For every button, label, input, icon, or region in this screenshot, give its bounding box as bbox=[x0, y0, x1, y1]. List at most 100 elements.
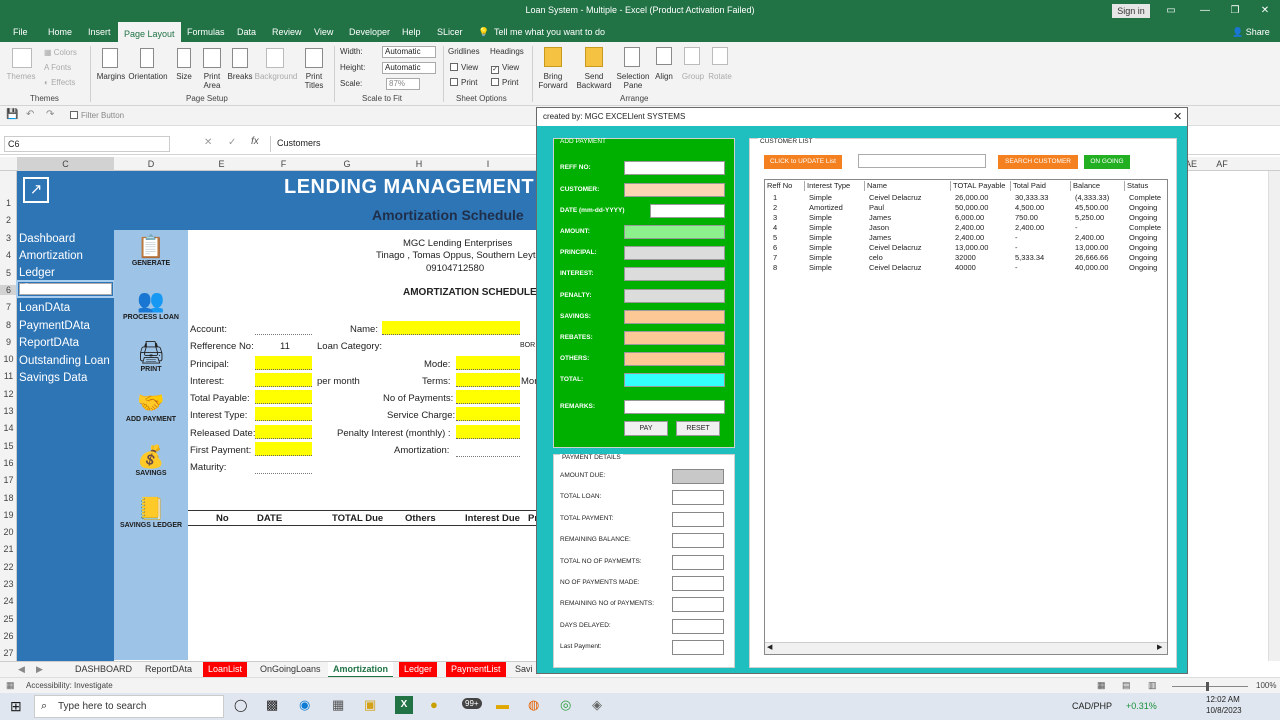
page-break-icon[interactable]: ▥ bbox=[1148, 680, 1157, 691]
principal-value[interactable] bbox=[255, 356, 312, 370]
clock-time[interactable]: 12:02 AM bbox=[1206, 695, 1240, 704]
column-header[interactable]: E bbox=[188, 157, 255, 171]
add-payment-field-input[interactable] bbox=[624, 267, 725, 281]
margins-button[interactable]: Margins bbox=[94, 72, 128, 81]
list-column-header[interactable]: Name bbox=[865, 181, 951, 191]
payment-detail-value[interactable] bbox=[672, 511, 724, 527]
row-header[interactable]: 18 bbox=[0, 493, 17, 503]
row-header[interactable]: 5 bbox=[0, 268, 17, 278]
height-select[interactable]: Automatic bbox=[382, 62, 436, 74]
sheet-tab[interactable]: LoanList bbox=[203, 662, 248, 678]
page-layout-icon[interactable]: ▤ bbox=[1122, 680, 1131, 691]
sidebar-item-dashboard[interactable]: Dashboard bbox=[19, 233, 75, 245]
row-header[interactable]: 17 bbox=[0, 475, 17, 485]
save-icon[interactable]: 💾 bbox=[6, 109, 18, 120]
sidebar-item-loandata[interactable]: LoanDAta bbox=[19, 302, 70, 314]
width-select[interactable]: Automatic bbox=[382, 46, 436, 58]
close-icon[interactable]: ✕ bbox=[1256, 3, 1274, 19]
add-payment-field-input[interactable] bbox=[650, 204, 725, 218]
row-header[interactable]: 25 bbox=[0, 614, 17, 624]
group-button[interactable]: Group bbox=[680, 72, 706, 81]
notification-badge[interactable]: 99+ bbox=[462, 698, 482, 709]
gridlines-view-checkbox[interactable]: View bbox=[450, 63, 478, 72]
terms-value[interactable] bbox=[456, 373, 520, 387]
add-payment-field-input[interactable] bbox=[624, 331, 725, 345]
sheet-tab[interactable]: OnGoingLoans bbox=[255, 662, 326, 678]
add-payment-field-input[interactable] bbox=[624, 289, 725, 303]
colors-button[interactable]: ▦ Colors bbox=[44, 48, 77, 57]
row-header[interactable]: 12 bbox=[0, 389, 17, 399]
process-loan-button[interactable]: 👥 PROCESS LOAN bbox=[114, 288, 188, 321]
menu-page-layout[interactable]: Page Layout bbox=[118, 22, 181, 42]
search-customer-button[interactable]: SEARCH CUSTOMER bbox=[998, 155, 1078, 169]
add-payment-field-input[interactable] bbox=[624, 400, 725, 414]
selection-pane-button[interactable]: Selection Pane bbox=[614, 72, 652, 90]
ongoing-button[interactable]: ON GOING bbox=[1084, 155, 1130, 169]
breaks-button[interactable]: Breaks bbox=[226, 72, 254, 81]
effects-button[interactable]: ◐ Effects bbox=[44, 78, 75, 87]
formula-input[interactable]: Customers bbox=[270, 136, 532, 152]
sidebar-item-customers[interactable]: Customers bbox=[16, 280, 115, 298]
payment-detail-value[interactable] bbox=[672, 618, 724, 634]
row-header[interactable]: 6 bbox=[0, 284, 17, 295]
amortization-value[interactable] bbox=[456, 456, 520, 457]
list-column-header[interactable]: Reff No bbox=[765, 181, 805, 191]
sidebar-item-reportdata[interactable]: ReportDAta bbox=[19, 337, 79, 349]
normal-view-icon[interactable]: ▦ bbox=[1097, 680, 1106, 691]
app-icon[interactable]: ▩ bbox=[266, 697, 278, 713]
minimize-icon[interactable]: — bbox=[1196, 3, 1214, 19]
row-header[interactable]: 21 bbox=[0, 544, 17, 554]
list-row[interactable]: 7 Simple celo 32000 5,333.34 26,666.66 Ongoing bbox=[765, 253, 1167, 263]
rotate-button[interactable]: Rotate bbox=[706, 72, 734, 81]
menu-formulas[interactable]: Formulas bbox=[187, 22, 225, 42]
payment-detail-value[interactable] bbox=[672, 469, 724, 484]
row-header[interactable]: 1 bbox=[0, 198, 17, 208]
list-row[interactable]: 8 Simple Ceivel Delacruz 40000 - 40,000.00 Ong… bbox=[765, 263, 1167, 273]
list-row[interactable]: 4 Simple Jason 2,400.00 2,400.00 - Complete bbox=[765, 223, 1167, 233]
column-header[interactable]: F bbox=[255, 157, 312, 171]
windows-start-icon[interactable]: ⊞ bbox=[10, 698, 22, 715]
bring-forward-button[interactable]: Bring Forward bbox=[534, 72, 572, 90]
list-column-header[interactable]: TOTAL Payable bbox=[951, 181, 1011, 191]
row-header[interactable]: 2 bbox=[0, 215, 17, 225]
accessibility-status[interactable]: Accessibility: Investigate bbox=[26, 681, 113, 690]
row-header[interactable]: 7 bbox=[0, 302, 17, 312]
print-titles-button[interactable]: Print Titles bbox=[300, 72, 328, 90]
add-payment-field-input[interactable] bbox=[624, 373, 725, 387]
customer-search-input[interactable] bbox=[858, 154, 986, 168]
add-payment-field-input[interactable] bbox=[624, 161, 725, 175]
name-value[interactable] bbox=[382, 321, 520, 335]
reference-value[interactable]: 11 bbox=[280, 341, 290, 352]
send-backward-button[interactable]: Send Backward bbox=[572, 72, 616, 90]
add-payment-button[interactable]: 🤝 ADD PAYMENT bbox=[114, 390, 188, 423]
scale-input[interactable]: 87% bbox=[386, 78, 420, 90]
payment-detail-value[interactable] bbox=[672, 640, 724, 656]
sheet-tab[interactable]: DASHBOARD bbox=[70, 662, 137, 678]
row-header[interactable]: 11 bbox=[0, 371, 17, 381]
add-payment-field-input[interactable] bbox=[624, 183, 725, 197]
ribbon-display-icon[interactable]: ▭ bbox=[1162, 3, 1180, 19]
maximize-icon[interactable]: ❐ bbox=[1226, 3, 1244, 19]
interest-value[interactable] bbox=[255, 373, 312, 387]
edge-icon[interactable]: ◉ bbox=[299, 697, 310, 713]
redo-icon[interactable]: ↷ bbox=[46, 109, 54, 120]
service-charge-value[interactable] bbox=[456, 407, 520, 421]
released-date-value[interactable] bbox=[255, 425, 312, 439]
app-icon[interactable]: ● bbox=[430, 697, 438, 712]
scroll-left-icon[interactable]: ◀ bbox=[767, 643, 772, 651]
list-row[interactable]: 3 Simple James 6,000.00 750.00 5,250.00 Ongoin… bbox=[765, 213, 1167, 223]
row-header[interactable]: 27 bbox=[0, 648, 17, 658]
undo-icon[interactable]: ↶ bbox=[26, 109, 34, 120]
menu-review[interactable]: Review bbox=[272, 22, 302, 42]
menu-data[interactable]: Data bbox=[237, 22, 256, 42]
no-payments-value[interactable] bbox=[456, 390, 520, 404]
tell-me-input[interactable]: Tell me what you want to do bbox=[494, 22, 605, 42]
add-payment-field-input[interactable] bbox=[624, 310, 725, 324]
row-header[interactable]: 19 bbox=[0, 510, 17, 520]
task-view-icon[interactable]: ◯ bbox=[234, 698, 247, 712]
print-area-button[interactable]: Print Area bbox=[198, 72, 226, 90]
horizontal-scrollbar[interactable]: ◀ ▶ bbox=[765, 642, 1167, 654]
payment-detail-value[interactable] bbox=[672, 576, 724, 591]
calculator-icon[interactable]: ▦ bbox=[332, 697, 344, 713]
menu-developer[interactable]: Developer bbox=[349, 22, 390, 42]
